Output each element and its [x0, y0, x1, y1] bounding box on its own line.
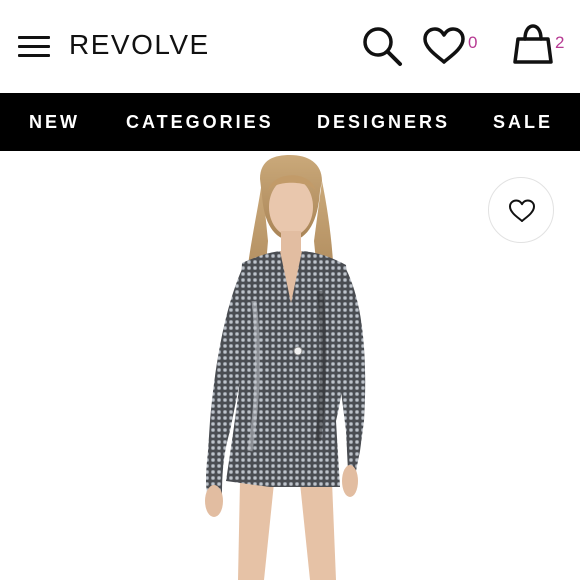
product-image-area [0, 151, 580, 580]
wishlist-button[interactable] [421, 26, 467, 66]
shopping-bag-button[interactable] [510, 22, 556, 68]
search-button[interactable] [360, 24, 404, 68]
heart-icon [423, 27, 465, 64]
site-header: REVOLVE 0 2 [0, 0, 580, 93]
nav-item-new[interactable]: NEW [29, 93, 80, 151]
hamburger-menu-icon[interactable] [18, 36, 52, 58]
bag-count: 2 [555, 33, 565, 52]
search-icon [363, 27, 402, 66]
wishlist-count: 0 [468, 33, 478, 52]
nav-item-designers[interactable]: DESIGNERS [317, 93, 450, 151]
favorite-button[interactable] [488, 177, 554, 243]
brand-logo[interactable]: REVOLVE [69, 29, 210, 61]
shopping-bag-icon [513, 24, 553, 64]
nav-item-categories[interactable]: CATEGORIES [126, 93, 274, 151]
product-page: REVOLVE 0 2 NEW CATEGORIES DESIGNERS SAL… [0, 0, 580, 580]
nav-item-sale[interactable]: SALE [493, 93, 553, 151]
main-nav: NEW CATEGORIES DESIGNERS SALE [0, 93, 580, 151]
product-photo[interactable] [150, 151, 430, 580]
heart-outline-icon [509, 199, 535, 222]
